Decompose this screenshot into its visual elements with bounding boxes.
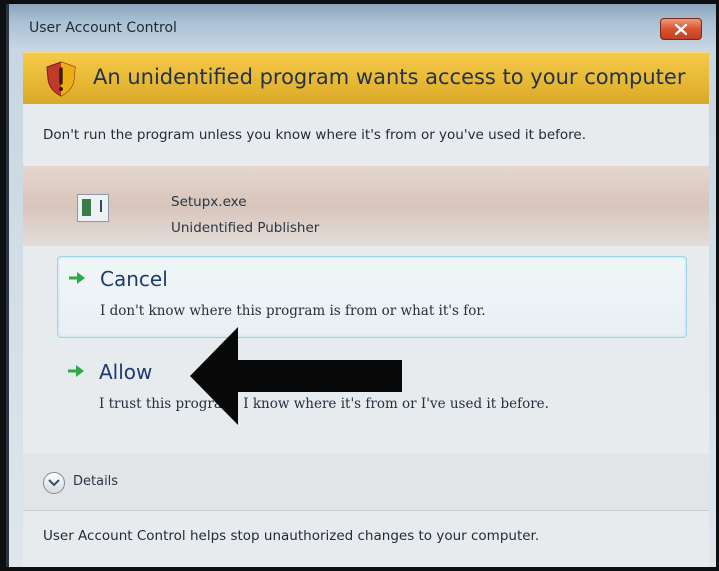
footer-text: User Account Control helps stop unauthor… [43, 528, 540, 544]
cancel-option-title: Cancel [100, 267, 168, 291]
program-publisher: Unidentified Publisher [171, 220, 320, 236]
green-arrow-icon [68, 365, 84, 377]
details-toggle-button[interactable] [43, 472, 65, 494]
uac-dialog: User Account Control An unidentified pro… [6, 4, 716, 567]
cancel-option-description: I don't know where this program is from … [100, 303, 486, 319]
warning-text: Don't run the program unless you know wh… [43, 127, 586, 143]
cancel-option-button[interactable]: Cancel I don't know where this program i… [57, 256, 687, 338]
allow-option-button[interactable]: Allow I trust this program. I know where… [57, 350, 685, 430]
banner-heading: An unidentified program wants access to … [93, 65, 686, 89]
chevron-down-icon [48, 479, 60, 487]
shield-warning-icon [46, 61, 76, 97]
program-info: Setupx.exe Unidentified Publisher [23, 166, 709, 246]
window-title: User Account Control [29, 20, 177, 36]
warning-banner: An unidentified program wants access to … [23, 52, 709, 106]
close-button[interactable] [660, 18, 702, 40]
allow-option-title: Allow [99, 360, 153, 384]
dialog-content: Don't run the program unless you know wh… [23, 104, 709, 567]
green-arrow-icon [69, 272, 85, 284]
close-icon [675, 23, 687, 35]
allow-option-description: I trust this program. I know where it's … [99, 396, 549, 412]
program-name: Setupx.exe [171, 194, 247, 210]
program-icon [77, 194, 109, 222]
details-row: Details [23, 454, 709, 511]
title-bar: User Account Control [9, 4, 716, 40]
details-label[interactable]: Details [73, 474, 118, 489]
